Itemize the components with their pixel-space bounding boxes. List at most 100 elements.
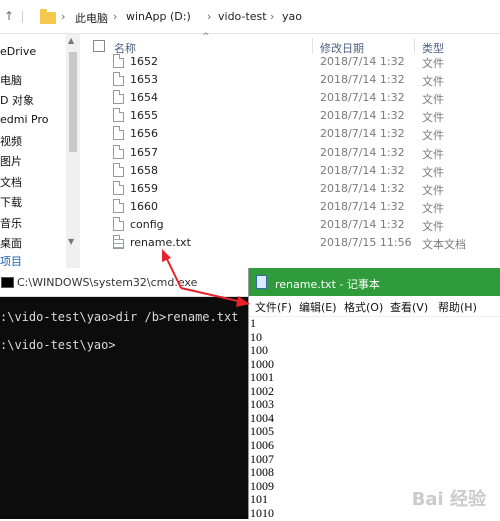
- file-name: 1652: [130, 55, 158, 68]
- chevron-right-icon: ›: [113, 10, 118, 23]
- menu-edit[interactable]: 编辑(E): [299, 299, 337, 315]
- cmd-title-bar[interactable]: C:\WINDOWS\system32\cmd.exe: [0, 268, 248, 297]
- nav-item-onedrive[interactable]: eDrive: [0, 45, 36, 58]
- file-date: 2018/7/14 1:32: [320, 73, 405, 87]
- scroll-up-icon[interactable]: ▲: [68, 36, 74, 45]
- file-row[interactable]: 1655 2018/7/14 1:32 文件: [90, 107, 500, 125]
- file-date: 2018/7/14 1:32: [320, 199, 405, 213]
- file-date: 2018/7/14 1:32: [320, 109, 405, 123]
- file-type: 文件: [422, 57, 444, 70]
- scroll-down-icon[interactable]: ▼: [68, 237, 74, 246]
- sort-ascending-icon: ^: [202, 32, 210, 42]
- chevron-right-icon: ›: [270, 10, 275, 23]
- file-row[interactable]: 1654 2018/7/14 1:32 文件: [90, 89, 500, 107]
- nav-item-pictures[interactable]: 图片: [0, 153, 22, 169]
- file-name: 1660: [130, 199, 158, 213]
- file-type: 文件: [422, 147, 444, 161]
- breadcrumb-vido-test[interactable]: vido-test: [218, 10, 267, 23]
- file-date: 2018/7/14 1:32: [320, 217, 405, 231]
- cmd-window: C:\WINDOWS\system32\cmd.exe :\vido-test\…: [0, 268, 248, 519]
- file-name: 1657: [130, 145, 158, 159]
- file-icon: [113, 198, 124, 213]
- breadcrumb-yao[interactable]: yao: [282, 10, 302, 23]
- notepad-title: rename.txt - 记事本: [275, 278, 380, 291]
- notepad-window: rename.txt - 记事本 文件(F) 编辑(E) 格式(O) 查看(V)…: [248, 268, 500, 520]
- column-divider: [312, 38, 313, 54]
- file-row[interactable]: 1659 2018/7/14 1:32 文件: [90, 180, 500, 198]
- chevron-right-icon: ›: [207, 10, 212, 23]
- nav-item-documents[interactable]: 文档: [0, 174, 22, 190]
- nav-scrollbar[interactable]: ▲ ▼: [66, 34, 80, 268]
- file-name: 1655: [130, 109, 158, 123]
- file-date: 2018/7/14 1:32: [320, 163, 405, 177]
- nav-item-redmi-pro[interactable]: edmi Pro: [0, 113, 48, 126]
- cmd-line-1: :\vido-test\yao>dir /b>rename.txt: [0, 310, 239, 324]
- menu-file[interactable]: 文件(F): [255, 299, 292, 315]
- file-icon: [113, 54, 124, 68]
- file-date: 2018/7/14 1:32: [320, 91, 405, 105]
- file-name: 1653: [130, 73, 158, 87]
- file-type: 文件: [422, 201, 444, 215]
- column-divider: [414, 38, 415, 54]
- nav-item-videos[interactable]: 视频: [0, 133, 22, 149]
- file-name: 1658: [130, 163, 158, 177]
- file-name: 1656: [130, 127, 158, 141]
- file-row[interactable]: 1660 2018/7/14 1:32 文件: [90, 198, 500, 216]
- file-type: 文件: [422, 183, 444, 197]
- file-icon: [113, 72, 124, 87]
- file-row[interactable]: 1658 2018/7/14 1:32 文件: [90, 162, 500, 180]
- file-row[interactable]: 1657 2018/7/14 1:32 文件: [90, 144, 500, 162]
- chevron-right-icon: ›: [61, 10, 66, 23]
- menu-format[interactable]: 格式(O): [344, 299, 383, 315]
- file-icon: [113, 90, 124, 105]
- menu-view[interactable]: 查看(V): [390, 299, 428, 315]
- file-name: config: [130, 217, 164, 231]
- file-date: 2018/7/14 1:32: [320, 181, 405, 195]
- file-icon: [113, 144, 124, 159]
- file-icon: [113, 162, 124, 177]
- file-type: 文件: [422, 129, 444, 143]
- cmd-icon: [1, 277, 14, 288]
- file-type: 文本文档: [422, 238, 466, 251]
- menu-help[interactable]: 帮助(H): [438, 299, 477, 315]
- scrollbar-thumb[interactable]: [69, 52, 77, 152]
- select-all-checkbox[interactable]: [93, 40, 105, 52]
- file-row[interactable]: 1652 2018/7/14 1:32 文件: [90, 53, 500, 71]
- file-row[interactable]: 1656 2018/7/14 1:32 文件: [90, 125, 500, 143]
- file-type: 文件: [422, 219, 444, 233]
- breadcrumb-this-pc[interactable]: 此电脑: [75, 10, 108, 26]
- file-row[interactable]: config 2018/7/14 1:32 文件: [90, 216, 500, 234]
- notepad-icon: [256, 275, 267, 289]
- file-type: 文件: [422, 165, 444, 179]
- file-icon: [113, 108, 124, 123]
- file-name: 1659: [130, 181, 158, 195]
- notepad-title-bar[interactable]: rename.txt - 记事本: [249, 268, 500, 296]
- file-date: 2018/7/14 1:32: [320, 55, 405, 68]
- up-arrow-icon[interactable]: ↑: [4, 0, 14, 33]
- file-type: 文件: [422, 111, 444, 125]
- nav-item-desktop[interactable]: 桌面: [0, 235, 22, 251]
- file-icon: [113, 180, 124, 195]
- nav-item-music[interactable]: 音乐: [0, 215, 22, 231]
- file-row[interactable]: 1653 2018/7/14 1:32 文件: [90, 71, 500, 89]
- file-icon: [113, 126, 124, 141]
- address-bar[interactable]: ↑ › 此电脑 › winApp (D:) › vido-test › yao: [0, 0, 500, 34]
- address-divider: [22, 11, 23, 23]
- file-date: 2018/7/15 11:56: [320, 236, 412, 249]
- notepad-menu-bar: 文件(F) 编辑(E) 格式(O) 查看(V) 帮助(H): [249, 296, 500, 317]
- file-date: 2018/7/14 1:32: [320, 127, 405, 141]
- cmd-line-2[interactable]: :\vido-test\yao>: [0, 338, 116, 352]
- notepad-line: 1010: [250, 505, 274, 520]
- folder-icon: [40, 9, 56, 24]
- file-type: 文件: [422, 93, 444, 107]
- breadcrumb-drive[interactable]: winApp (D:): [126, 10, 191, 23]
- nav-item-3d-objects[interactable]: D 对象: [0, 92, 34, 108]
- text-file-icon: [113, 235, 124, 249]
- file-icon: [113, 216, 124, 231]
- nav-item-this-pc[interactable]: 电脑: [0, 72, 22, 88]
- nav-item-downloads[interactable]: 下载: [0, 194, 22, 210]
- nav-item-count: 项目: [0, 255, 22, 268]
- file-row[interactable]: rename.txt 2018/7/15 11:56 文本文档: [90, 234, 500, 252]
- file-name: rename.txt: [130, 236, 191, 249]
- watermark: Bai 经验: [411, 489, 486, 510]
